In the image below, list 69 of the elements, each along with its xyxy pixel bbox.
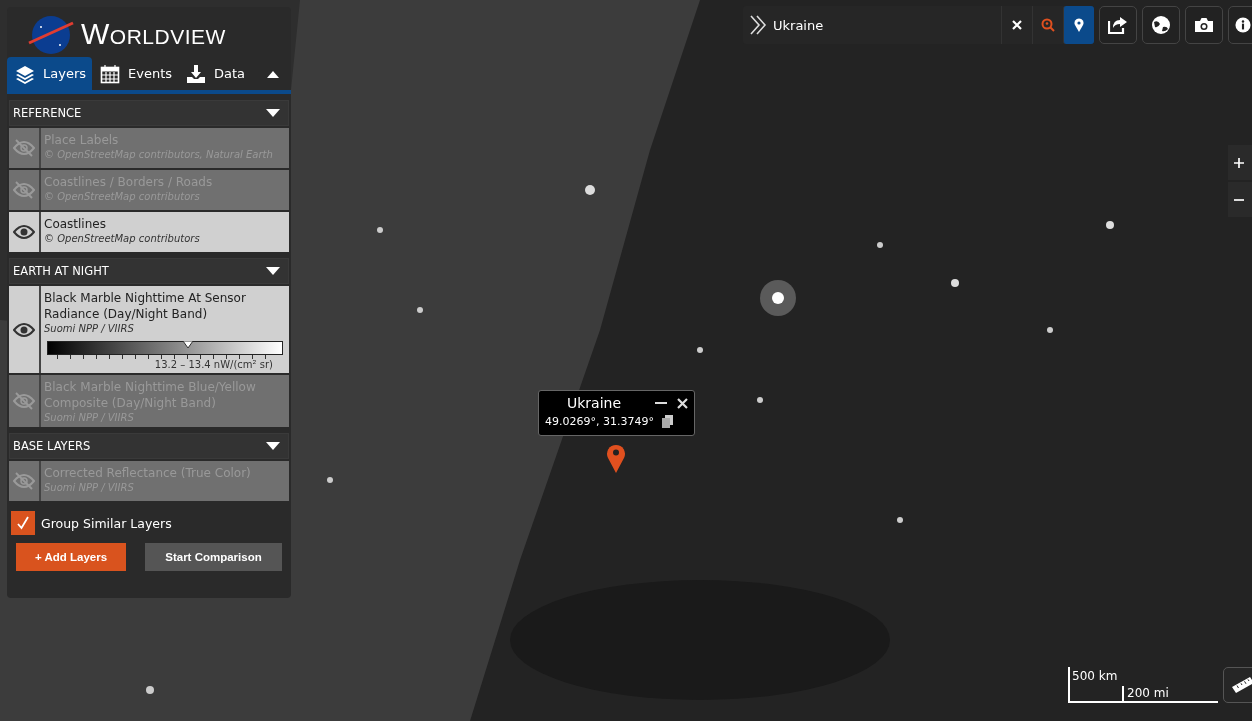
projection-button[interactable]: [1142, 6, 1180, 44]
map-pin-icon[interactable]: [606, 443, 626, 473]
plus-icon: [1234, 156, 1244, 169]
globe-icon: [1151, 15, 1171, 35]
city-light: [585, 185, 595, 195]
layer-group-title: REFERENCE: [13, 106, 82, 120]
share-icon: [1108, 16, 1128, 34]
city-light: [1106, 221, 1114, 229]
eye-icon[interactable]: [13, 321, 35, 338]
city-light: [327, 477, 333, 483]
search-pin-icon: [1041, 18, 1055, 32]
double-chevron-icon[interactable]: [749, 15, 767, 35]
city-light: [760, 280, 796, 316]
snapshot-button[interactable]: [1185, 6, 1223, 44]
city-light: [877, 242, 883, 248]
ruler-icon: [1232, 677, 1252, 693]
search-field[interactable]: Ukraine: [773, 17, 1001, 33]
close-icon[interactable]: [677, 397, 688, 409]
layer-name: Coastlines: [44, 216, 107, 232]
expand-caret-icon[interactable]: [266, 441, 280, 451]
pin-icon: [1074, 18, 1084, 32]
layer-name: Black Marble Nighttime At Sensor Radiance (Day/Night Band): [44, 290, 247, 322]
download-icon: [186, 63, 207, 84]
minus-icon: [1234, 198, 1244, 201]
layer-group-title: BASE LAYERS: [13, 439, 91, 453]
checkbox[interactable]: [11, 511, 35, 535]
eye-icon[interactable]: [13, 224, 35, 240]
layer-group-title: EARTH AT NIGHT: [13, 264, 109, 278]
measure-button[interactable]: [1223, 667, 1252, 703]
copy-icon[interactable]: [661, 415, 673, 428]
layer-source: © OpenStreetMap contributors: [44, 232, 201, 245]
info-icon: [1235, 16, 1251, 34]
close-icon: [1012, 20, 1022, 30]
zoom-in-button[interactable]: [1228, 145, 1252, 180]
zoom-out-button[interactable]: [1228, 182, 1252, 217]
city-light: [417, 307, 423, 313]
scale-imperial: 200 mi: [1122, 686, 1169, 703]
city-light: [897, 517, 903, 523]
popup-coordinates: 49.0269°, 31.3749°: [545, 415, 654, 428]
comparison-button[interactable]: Start Comparison: [145, 543, 282, 571]
popup-title: Ukraine: [565, 395, 623, 411]
city-light: [146, 686, 154, 694]
expand-caret-icon[interactable]: [266, 108, 280, 118]
expand-caret-icon[interactable]: [266, 266, 280, 276]
collapse-caret-icon[interactable]: [267, 69, 279, 78]
layers-icon: [15, 63, 35, 84]
nasa-logo-icon: [27, 13, 75, 55]
sidebar-tab[interactable]: Layers: [7, 57, 93, 90]
camera-icon: [1194, 17, 1214, 33]
layer-source: Suomi NPP / VIIRS: [44, 322, 135, 335]
city-light: [377, 227, 383, 233]
app-title: Worldview: [81, 17, 226, 51]
layer-item[interactable]: Black Marble Nighttime At Sensor Radiance (Day/Night Band) Suomi NPP / VIIRS 13.2 – 13.4 nW/(cm² sr): [9, 286, 289, 373]
scale-metric: 500 km: [1072, 669, 1118, 683]
calendar-icon: [100, 63, 121, 84]
city-light: [1047, 327, 1053, 333]
marker-button[interactable]: [1063, 6, 1094, 44]
checkmark-icon: [17, 516, 29, 530]
add-layers-button[interactable]: + Add Layers: [16, 543, 126, 571]
city-light: [951, 279, 959, 287]
info-button[interactable]: [1228, 6, 1252, 44]
sidebar-tab[interactable]: Events: [92, 57, 179, 90]
checkbox-label: Group Similar Layers: [41, 515, 172, 531]
legend-reading: 13.2 – 13.4 nW/(cm² sr): [153, 359, 274, 370]
city-light: [697, 347, 703, 353]
layer-item[interactable]: Coastlines © OpenStreetMap contributors: [9, 212, 289, 252]
share-button[interactable]: [1099, 6, 1137, 44]
sidebar-tab[interactable]: Data: [178, 57, 252, 90]
city-light: [757, 397, 763, 403]
